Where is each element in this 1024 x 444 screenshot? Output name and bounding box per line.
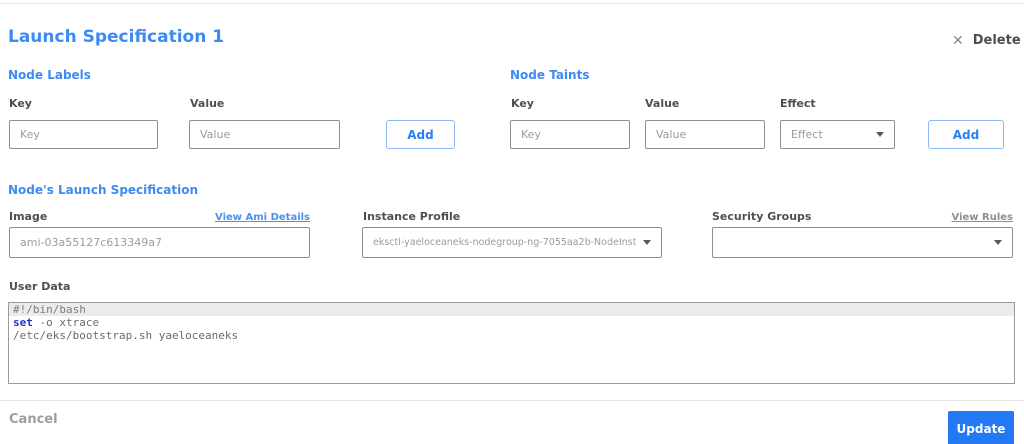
effect-select-placeholder: Effect [791,128,823,141]
node-labels-value-label: Value [190,97,225,110]
node-taints-key-input[interactable] [510,120,630,149]
node-taints-effect-label: Effect [780,97,816,110]
bootstrap-command: /etc/eks/bootstrap.sh yaeloceaneks [13,329,239,342]
view-ami-details-link[interactable]: View Ami Details [215,212,310,223]
delete-x-icon: ✕ [952,32,964,49]
shebang-comment: #!/bin/bash [13,303,86,316]
instance-profile-selected-value: eksctl-yaeloceaneks-nodegroup-ng-7055aa2… [373,237,637,248]
delete-button-label: Delete [972,33,1021,48]
image-label-row: Image View Ami Details [9,210,310,223]
top-divider [0,3,1024,4]
user-data-editor[interactable]: #!/bin/bash set -o xtrace /etc/eks/boots… [8,302,1015,384]
security-groups-label: Security Groups [712,210,812,223]
node-labels-add-button[interactable]: Add [386,120,455,149]
user-data-label: User Data [9,280,71,293]
node-labels-value-input[interactable] [189,120,340,149]
image-input[interactable] [9,227,310,258]
code-line-2: set -o xtrace [9,316,1014,329]
footer-divider [0,400,1024,401]
instance-profile-label: Instance Profile [363,210,461,223]
chevron-down-icon [994,240,1002,245]
chevron-down-icon [643,240,651,245]
node-taints-effect-select[interactable]: Effect [780,120,895,149]
security-groups-select[interactable] [712,227,1013,258]
node-labels-key-label: Key [9,97,32,110]
node-taints-value-input[interactable] [645,120,765,149]
update-button[interactable]: Update [948,411,1014,444]
launch-spec-section-title: Node's Launch Specification [8,183,199,197]
launch-specification-panel: Launch Specification 1 ✕ Delete Node Lab… [0,0,1024,444]
keyword-set: set [13,316,33,329]
delete-button[interactable]: ✕ Delete [952,33,1021,48]
cancel-button[interactable]: Cancel [9,412,58,427]
node-taints-add-button[interactable]: Add [928,120,1004,149]
security-groups-label-row: Security Groups View Rules [712,210,1013,223]
instance-profile-select[interactable]: eksctl-yaeloceaneks-nodegroup-ng-7055aa2… [362,227,662,258]
node-labels-key-input[interactable] [9,120,158,149]
code-line-1: #!/bin/bash [9,303,1014,316]
node-taints-section-title: Node Taints [510,68,590,82]
view-rules-link[interactable]: View Rules [952,212,1013,223]
page-title: Launch Specification 1 [8,27,225,47]
chevron-down-icon [876,132,884,137]
set-args: -o xtrace [32,316,100,329]
node-taints-key-label: Key [511,97,534,110]
code-line-3: /etc/eks/bootstrap.sh yaeloceaneks [9,329,1014,342]
node-taints-value-label: Value [645,97,680,110]
image-label: Image [9,210,48,223]
node-labels-section-title: Node Labels [8,68,91,82]
